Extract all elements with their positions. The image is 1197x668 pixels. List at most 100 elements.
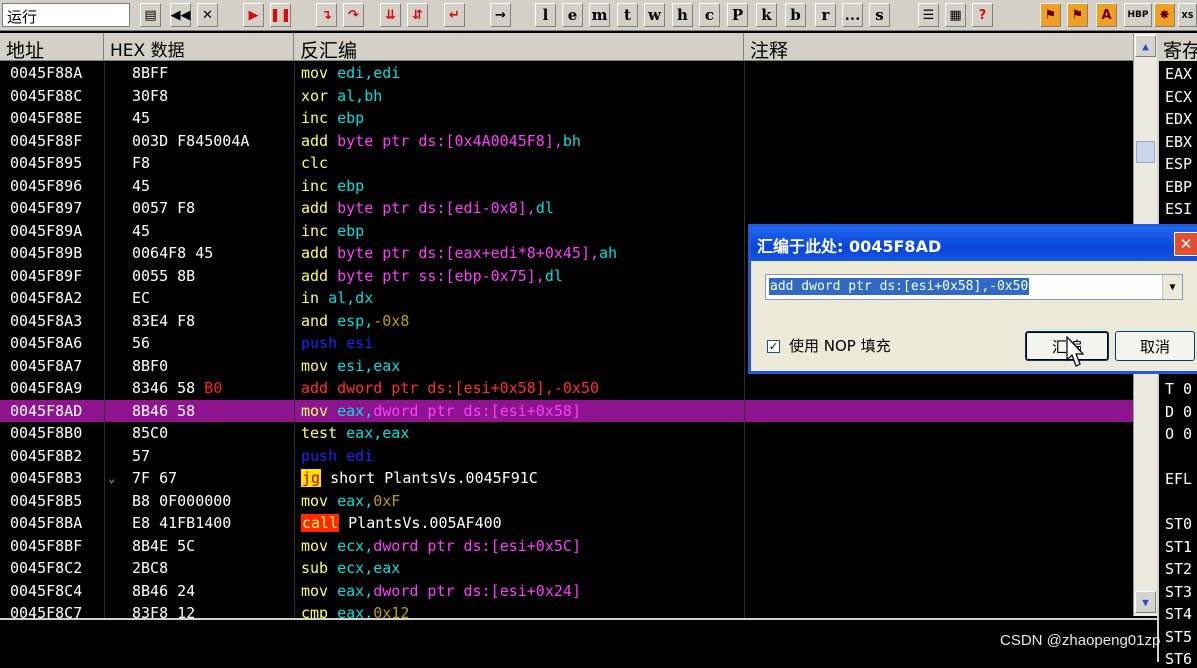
pause-icon[interactable]: ❚❚ — [270, 3, 291, 27]
close-icon[interactable]: ✕ — [197, 3, 218, 27]
row-address: 0045F8B3 — [10, 469, 83, 487]
disasm-row[interactable]: 0045F88C 30F8 xor al,bh — [0, 85, 1133, 108]
register-label: ESI — [1165, 200, 1193, 218]
disasm-row[interactable]: 0045F895 F8 clc — [0, 152, 1133, 175]
disasm-row[interactable]: 0045F8B3 ⌄ 7F 67 jg short PlantsVs.0045F91C — [0, 467, 1133, 490]
instruction-combobox[interactable]: add dword ptr ds:[esi+0x58],-0x50 ▼ — [765, 274, 1183, 300]
plugin2-icon[interactable]: ⚑ — [1067, 3, 1088, 27]
plugin5-icon[interactable]: XS — [1178, 3, 1197, 27]
toolbar-letter-button-b[interactable]: b — [785, 3, 806, 27]
asm-token: PlantsVs.005AF400 — [339, 514, 502, 532]
toolbar-letter-button-k[interactable]: k — [756, 3, 777, 27]
row-address: 0045F8AD — [10, 401, 83, 420]
asm-token: mov — [301, 64, 338, 82]
restart-icon[interactable]: ◀◀ — [170, 3, 191, 27]
cancel-button[interactable]: 取消 — [1115, 331, 1195, 361]
disasm-row[interactable]: 0045F896 45 inc ebp — [0, 175, 1133, 198]
header-address[interactable]: 地址 — [0, 33, 104, 62]
dialog-titlebar[interactable]: 汇编于此处: 0045F8AD ✕ — [751, 227, 1197, 261]
disasm-row[interactable]: 0045F8C2 2BC8 sub ecx,eax — [0, 557, 1133, 580]
disasm-row[interactable]: 0045F8BA E8 41FB1400 call PlantsVs.005AF40… — [0, 512, 1133, 535]
instruction-input[interactable]: add dword ptr ds:[esi+0x58],-0x50 — [769, 278, 1030, 295]
toolbar-letter-button-c[interactable]: c — [699, 3, 720, 27]
toolbar-letter-button-t[interactable]: t — [617, 3, 638, 27]
toolbar-letter-button-l[interactable]: l — [535, 3, 556, 27]
toolbar-letter-button-r[interactable]: r — [815, 3, 836, 27]
row-disasm: push esi — [301, 332, 373, 355]
hbp-icon[interactable]: HBP — [1124, 3, 1152, 27]
row-hex: 83F8 12 — [132, 604, 196, 618]
plugin3-icon[interactable]: A — [1096, 3, 1117, 27]
grid-icon[interactable]: ▦ — [945, 3, 966, 27]
register-label: EBP — [1165, 177, 1193, 196]
register-label: EFL — [1165, 470, 1193, 488]
disasm-row[interactable]: 0045F8C4 8B46 24 mov eax,dword ptr ds:[esi… — [0, 580, 1133, 603]
row-address: 0045F8C7 — [10, 604, 83, 618]
register-label: EAX — [1165, 65, 1193, 83]
header-hex[interactable]: HEX 数据 — [104, 33, 294, 61]
scroll-thumb[interactable] — [1136, 141, 1155, 163]
asm-token: ], — [544, 131, 563, 150]
disasm-row[interactable]: 0045F8BF 8B4E 5C mov ecx,dword ptr ds:[esi… — [0, 535, 1133, 558]
goto-icon[interactable]: → — [490, 3, 511, 27]
header-comment[interactable]: 注释 — [744, 33, 1133, 62]
disasm-row[interactable]: 0045F8C7 83F8 12 cmp eax,0x12 — [0, 602, 1133, 618]
header-disasm[interactable]: 反汇编 — [294, 33, 744, 62]
row-hex: 57 — [132, 446, 151, 465]
asm-token: bh — [562, 131, 581, 150]
row-hex: B8 0F000000 — [132, 491, 232, 510]
toolbar-letter-button-P[interactable]: P — [727, 3, 748, 27]
disasm-row[interactable]: 0045F88E 45 inc ebp — [0, 107, 1133, 130]
toolbar-letter-button-s[interactable]: s — [869, 3, 890, 27]
selected-row[interactable]: 0045F8AD 8B46 58 mov eax,dword ptr ds:[esi… — [0, 399, 1133, 422]
asm-token: 0xF — [373, 491, 401, 510]
row-address: 0045F88E — [10, 109, 83, 127]
step-over-icon[interactable]: ↷ — [343, 3, 364, 27]
trace-into-icon[interactable]: ⇊ — [380, 3, 401, 27]
disasm-row[interactable]: 0045F8B5 B8 0F000000 mov eax,0xF — [0, 490, 1133, 513]
row-disasm: cmp eax,0x12 — [301, 602, 409, 618]
toolbar-letter-button-dots[interactable]: ... — [842, 3, 863, 27]
close-icon[interactable]: ✕ — [1174, 232, 1197, 256]
help-icon[interactable]: ? — [972, 3, 993, 27]
toolbar-letter-button-h[interactable]: h — [672, 3, 693, 27]
row-disasm: in al,dx — [301, 287, 373, 310]
asm-token: add — [301, 131, 338, 150]
row-disasm: mov edi,edi — [301, 62, 400, 85]
disasm-row[interactable]: 0045F88F 003D F845004A add byte ptr ds:[0x… — [0, 130, 1133, 153]
register-label: EBX — [1165, 132, 1193, 151]
disasm-row[interactable]: 0045F88A 8BFF mov edi,edi — [0, 62, 1133, 85]
jump-marker-icon: ⌄ — [108, 471, 116, 485]
row-address: 0045F88C — [10, 86, 83, 105]
nop-fill-checkbox[interactable]: ✓ — [767, 340, 780, 353]
asm-token: eax, — [337, 604, 374, 618]
step-into-icon[interactable]: ↴ — [316, 3, 337, 27]
disasm-row[interactable]: 0045F8B2 57 push edi — [0, 445, 1133, 468]
row-disasm: mov ecx,dword ptr ds:[esi+0x5C] — [301, 535, 581, 558]
run-icon[interactable]: ▶ — [243, 3, 264, 27]
row-address: 0045F88A — [10, 64, 83, 82]
plugin1-icon[interactable]: ⚑ — [1040, 3, 1061, 27]
toolbar-letter-button-w[interactable]: w — [644, 3, 665, 27]
trace-over-icon[interactable]: ⇵ — [407, 3, 428, 27]
register-label: ESP — [1165, 155, 1193, 173]
row-address: 0045F896 — [10, 176, 83, 195]
asm-token: ebp — [337, 109, 365, 127]
scroll-up-icon[interactable]: ▲ — [1135, 35, 1156, 57]
disasm-row[interactable]: 0045F8B0 85C0 test eax,eax — [0, 422, 1133, 445]
list-icon[interactable]: ☰ — [918, 3, 939, 27]
row-address: 0045F89F — [10, 266, 83, 285]
toolbar-letter-button-m[interactable]: m — [589, 3, 610, 27]
row-address: 0045F8A2 — [10, 289, 83, 307]
asm-token: ebp-0x75 — [454, 266, 527, 285]
plugin4-icon[interactable]: ✸ — [1154, 3, 1175, 27]
open-icon[interactable]: ▤ — [140, 3, 161, 27]
execute-till-return-icon[interactable]: ↵ — [444, 3, 465, 27]
toolbar-letter-button-e[interactable]: e — [562, 3, 583, 27]
row-disasm: clc — [301, 152, 328, 175]
disasm-row[interactable]: 0045F8A9 8346 58 B0 add dword ptr ds:[esi+… — [0, 377, 1133, 400]
register-label: EDX — [1165, 110, 1193, 128]
chevron-down-icon[interactable]: ▼ — [1162, 275, 1182, 299]
scroll-down-icon[interactable]: ▼ — [1135, 591, 1156, 613]
disasm-row[interactable]: 0045F897 0057 F8 add byte ptr ds:[edi-0x8]… — [0, 197, 1133, 220]
